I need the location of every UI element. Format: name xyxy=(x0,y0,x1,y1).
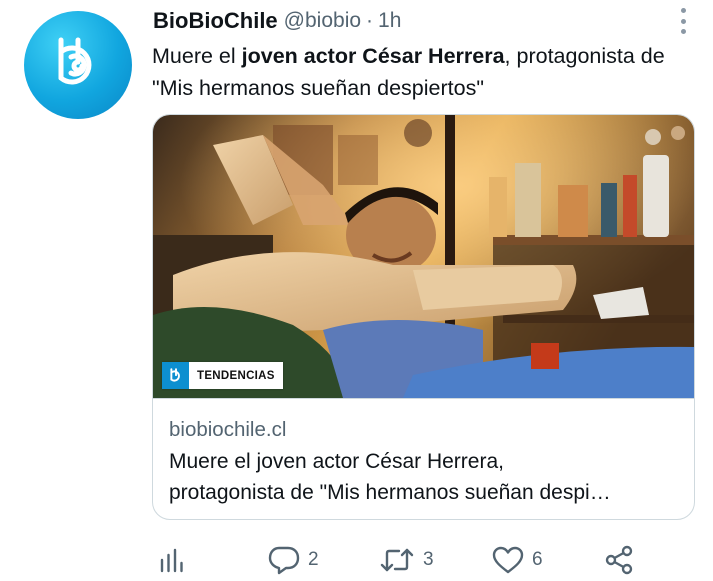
card-title: Muere el joven actor César Herrera, prot… xyxy=(169,446,681,508)
avatar[interactable] xyxy=(24,11,132,119)
like-icon xyxy=(492,546,524,574)
category-badge: TENDENCIAS xyxy=(162,362,283,389)
reply-icon xyxy=(268,546,300,575)
badge-logo-icon xyxy=(162,362,189,389)
separator-dot: · xyxy=(366,9,374,32)
card-title-line: protagonista de "Mis hermanos sueñan des… xyxy=(169,481,611,504)
card-domain: biobiochile.cl xyxy=(169,418,287,441)
more-icon[interactable] xyxy=(679,8,687,34)
biobio-logo-icon xyxy=(58,37,92,85)
like-count: 6 xyxy=(532,549,543,570)
share-button[interactable] xyxy=(604,540,634,580)
tweet-text-prefix: Muere el xyxy=(152,44,242,68)
share-icon xyxy=(605,545,633,575)
card-title-line: Muere el joven actor César Herrera, xyxy=(169,450,504,473)
analytics-button[interactable] xyxy=(158,540,186,580)
retweet-button[interactable]: 3 xyxy=(379,540,434,580)
tweet-text-bold: joven actor César Herrera xyxy=(241,44,505,68)
like-button[interactable]: 6 xyxy=(492,540,543,580)
timestamp[interactable]: 1h xyxy=(378,9,401,33)
tweet-text: Muere el joven actor César Herrera, prot… xyxy=(152,40,702,104)
author-handle[interactable]: @biobio xyxy=(284,9,361,33)
card-photo xyxy=(153,115,694,398)
badge-label: TENDENCIAS xyxy=(197,369,275,382)
card-image[interactable]: TENDENCIAS xyxy=(153,115,694,398)
action-bar: 2 3 6 xyxy=(152,540,642,580)
retweet-count: 3 xyxy=(423,549,434,570)
retweet-icon xyxy=(380,548,414,572)
author-name[interactable]: BioBioChile xyxy=(153,8,278,34)
analytics-icon xyxy=(160,548,183,573)
reply-count: 2 xyxy=(308,549,319,570)
link-card[interactable]: TENDENCIAS biobiochile.cl Muere el joven… xyxy=(152,114,695,520)
reply-button[interactable]: 2 xyxy=(268,540,319,580)
tweet-header: BioBioChile @biobio · 1h xyxy=(153,6,673,36)
card-body[interactable]: biobiochile.cl Muere el joven actor Césa… xyxy=(153,398,694,519)
